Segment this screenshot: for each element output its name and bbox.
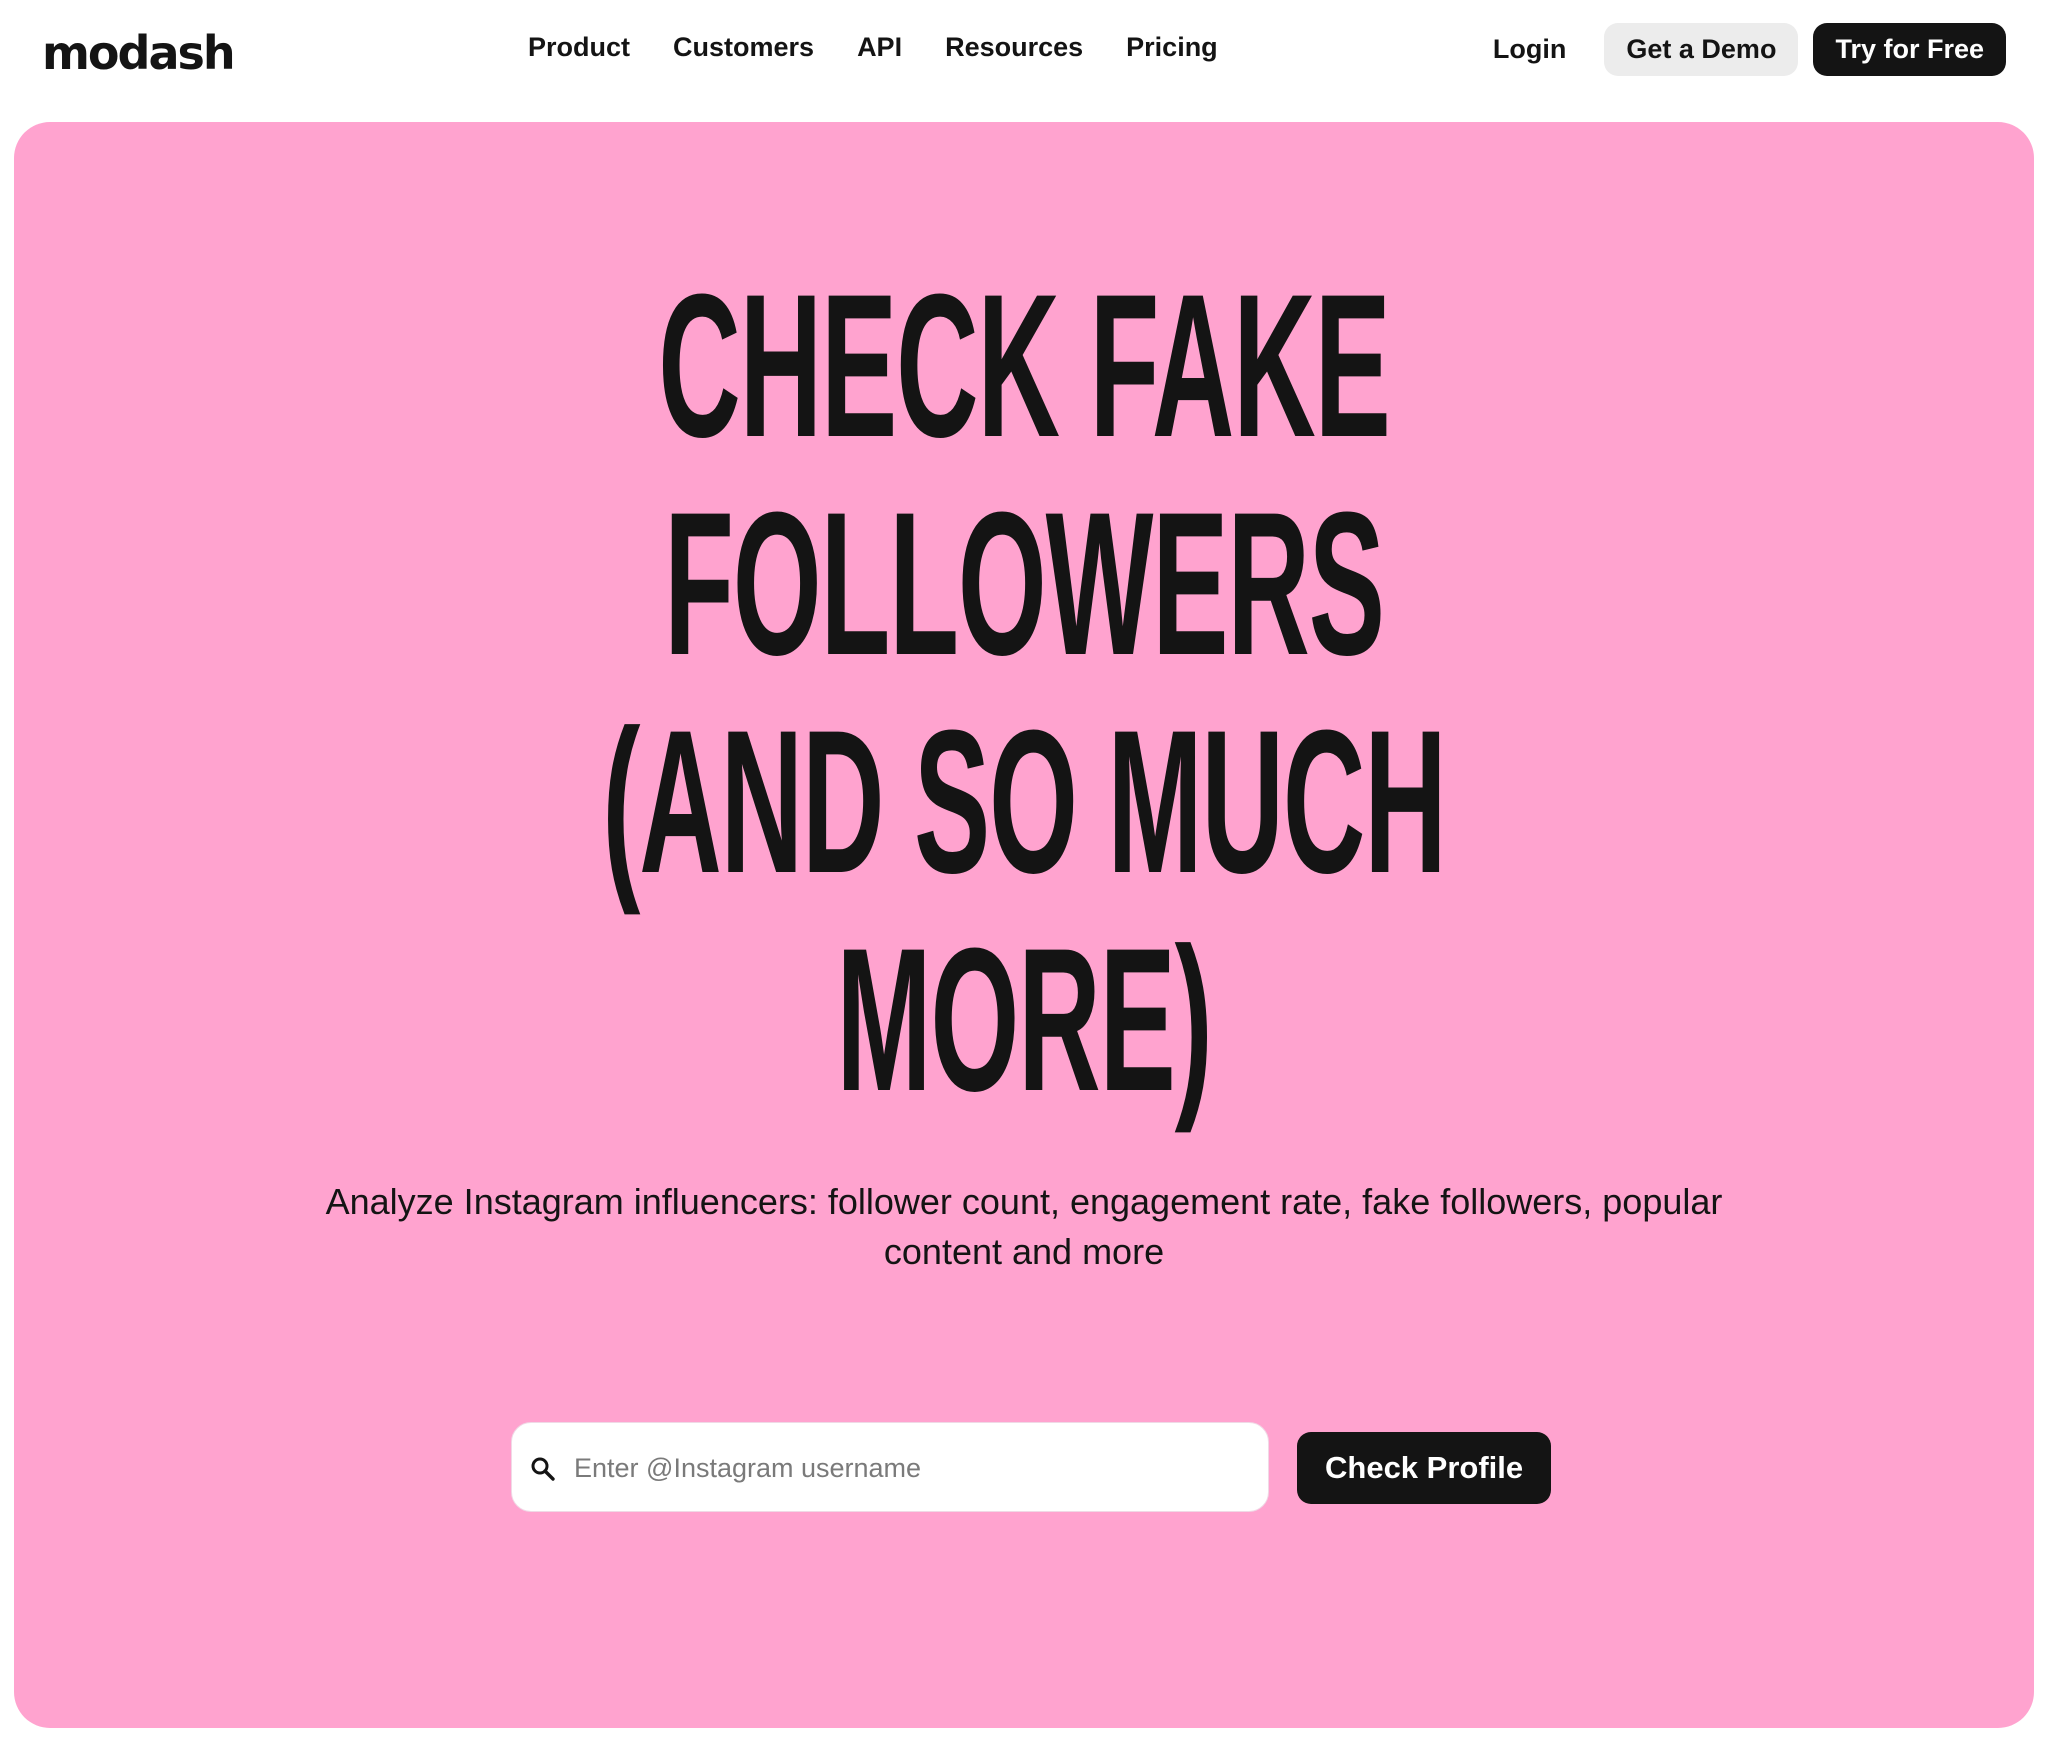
search-box[interactable] xyxy=(511,1422,1269,1513)
main-nav: Product Customers API Resources Pricing xyxy=(528,32,1261,63)
nav-link-resources[interactable]: Resources xyxy=(945,32,1083,63)
hero-subtitle: Analyze Instagram influencers: follower … xyxy=(325,1181,1723,1272)
check-profile-button[interactable]: Check Profile xyxy=(1297,1432,1552,1504)
brand-logo[interactable]: modash xyxy=(42,26,236,80)
headline-line-4: MORE) xyxy=(836,906,1212,1134)
nav-link-pricing[interactable]: Pricing xyxy=(1126,32,1218,63)
login-link[interactable]: Login xyxy=(1493,34,1566,65)
instagram-username-input[interactable] xyxy=(572,1423,1256,1513)
headline-line-1: CHECK FAKE xyxy=(658,252,1391,480)
hero-headline: CHECK FAKE FOLLOWERS (AND SO MUCH MORE) xyxy=(458,257,1589,1129)
page: modash Product Customers API Resources P… xyxy=(0,0,2048,1748)
nav-actions: Login Get a Demo Try for Free xyxy=(1493,23,2006,76)
top-navbar: modash Product Customers API Resources P… xyxy=(0,0,2048,120)
nav-link-product[interactable]: Product xyxy=(528,32,630,63)
nav-link-api[interactable]: API xyxy=(857,32,902,63)
search-icon xyxy=(531,1457,555,1481)
get-demo-button[interactable]: Get a Demo xyxy=(1604,23,1799,76)
headline-line-2: FOLLOWERS xyxy=(664,470,1385,698)
headline-line-3: (AND SO MUCH xyxy=(602,688,1446,916)
profile-search-form: Check Profile xyxy=(511,1422,1552,1514)
hero-section: CHECK FAKE FOLLOWERS (AND SO MUCH MORE) … xyxy=(14,122,2034,1728)
nav-link-customers[interactable]: Customers xyxy=(673,32,814,63)
try-free-button[interactable]: Try for Free xyxy=(1813,23,2006,76)
